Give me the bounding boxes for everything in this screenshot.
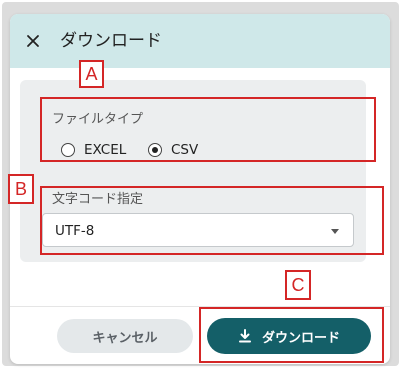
dialog-header: ダウンロード: [10, 14, 390, 68]
annotation-box-c: [199, 307, 384, 363]
cancel-button-label: キャンセル: [92, 330, 158, 346]
close-icon[interactable]: [22, 30, 44, 52]
annotation-box-a: [40, 97, 376, 162]
dialog-title: ダウンロード: [60, 31, 162, 51]
annotation-label-c: C: [285, 270, 311, 300]
annotation-label-b: B: [8, 174, 34, 204]
annotation-box-b: [40, 186, 384, 255]
annotation-label-a: A: [79, 60, 104, 88]
cancel-button[interactable]: キャンセル: [57, 319, 193, 353]
